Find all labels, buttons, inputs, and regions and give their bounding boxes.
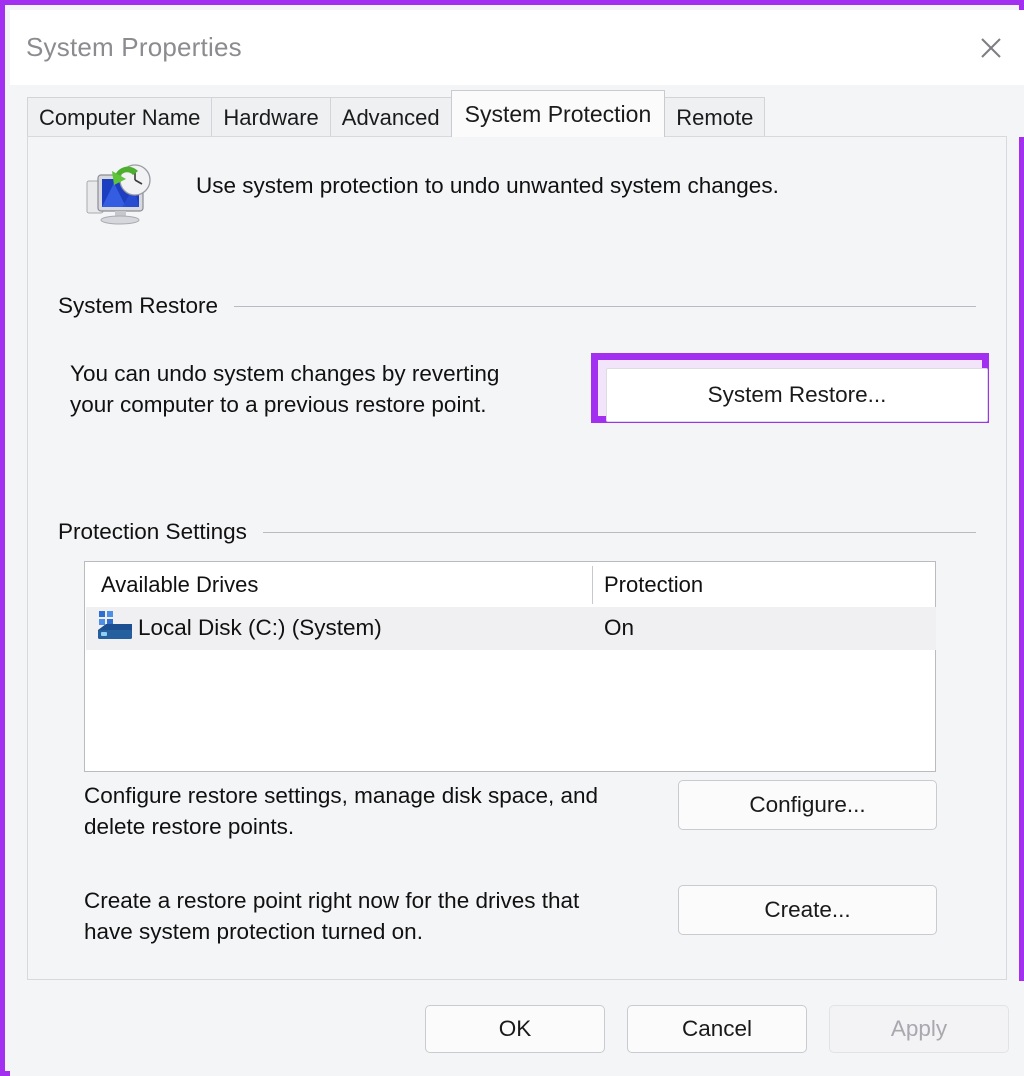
system-restore-button[interactable]: System Restore... — [606, 368, 988, 422]
create-description: Create a restore point right now for the… — [84, 885, 684, 947]
create-button[interactable]: Create... — [678, 885, 937, 935]
panel-description: Use system protection to undo unwanted s… — [196, 173, 779, 198]
group-rule-divider-2 — [262, 531, 976, 533]
column-header-available-drives: Available Drives — [101, 572, 259, 597]
available-drives-table[interactable]: Available Drives Protection Local Disk (… — [84, 561, 936, 772]
create-description-line1: Create a restore point right now for the… — [84, 888, 580, 913]
protection-settings-group-header: Protection Settings — [58, 519, 976, 545]
tab-hardware[interactable]: Hardware — [211, 97, 331, 137]
tab-system-protection[interactable]: System Protection — [450, 90, 666, 137]
dialog-footer: OK Cancel Apply — [10, 981, 1024, 1076]
panel-header: Use system protection to undo unwanted s… — [58, 155, 958, 233]
system-restore-description-line1: You can undo system changes by reverting — [70, 361, 500, 386]
tab-advanced[interactable]: Advanced — [329, 97, 452, 137]
create-description-line2: have system protection turned on. — [84, 919, 423, 944]
system-protection-panel: Use system protection to undo unwanted s… — [27, 136, 1007, 980]
protection-settings-group-label: Protection Settings — [58, 519, 247, 544]
system-restore-description: You can undo system changes by reverting… — [70, 358, 590, 420]
cancel-button[interactable]: Cancel — [627, 1005, 807, 1053]
column-header-protection: Protection — [604, 572, 704, 597]
configure-description: Configure restore settings, manage disk … — [84, 780, 684, 842]
tab-strip: Computer Name Hardware Advanced System P… — [10, 85, 1024, 137]
close-icon — [975, 32, 1007, 64]
hard-drive-icon — [96, 610, 134, 646]
group-rule-divider — [234, 305, 976, 307]
title-bar: System Properties — [10, 10, 1024, 85]
drive-name-cell: Local Disk (C:) (System) — [138, 615, 382, 640]
system-restore-icon — [84, 159, 158, 229]
table-header-row: Available Drives Protection — [85, 562, 935, 607]
apply-button[interactable]: Apply — [829, 1005, 1009, 1053]
close-button[interactable] — [960, 10, 1022, 85]
ok-button[interactable]: OK — [425, 1005, 605, 1053]
configure-description-line2: delete restore points. — [84, 814, 295, 839]
drive-protection-cell: On — [604, 615, 635, 640]
window-title: System Properties — [26, 32, 242, 62]
system-restore-description-line2: your computer to a previous restore poin… — [70, 392, 487, 417]
tab-computer-name[interactable]: Computer Name — [27, 97, 213, 137]
configure-button[interactable]: Configure... — [678, 780, 937, 830]
system-restore-button-highlight: System Restore... — [591, 353, 989, 423]
table-row[interactable]: Local Disk (C:) (System) On — [86, 607, 936, 650]
column-divider — [592, 566, 593, 604]
configure-description-line1: Configure restore settings, manage disk … — [84, 783, 599, 808]
system-restore-group-label: System Restore — [58, 293, 219, 318]
system-restore-group-header: System Restore — [58, 293, 976, 319]
tab-remote[interactable]: Remote — [664, 97, 766, 137]
system-properties-window: System Properties Computer Name Hardware… — [0, 0, 1024, 1076]
